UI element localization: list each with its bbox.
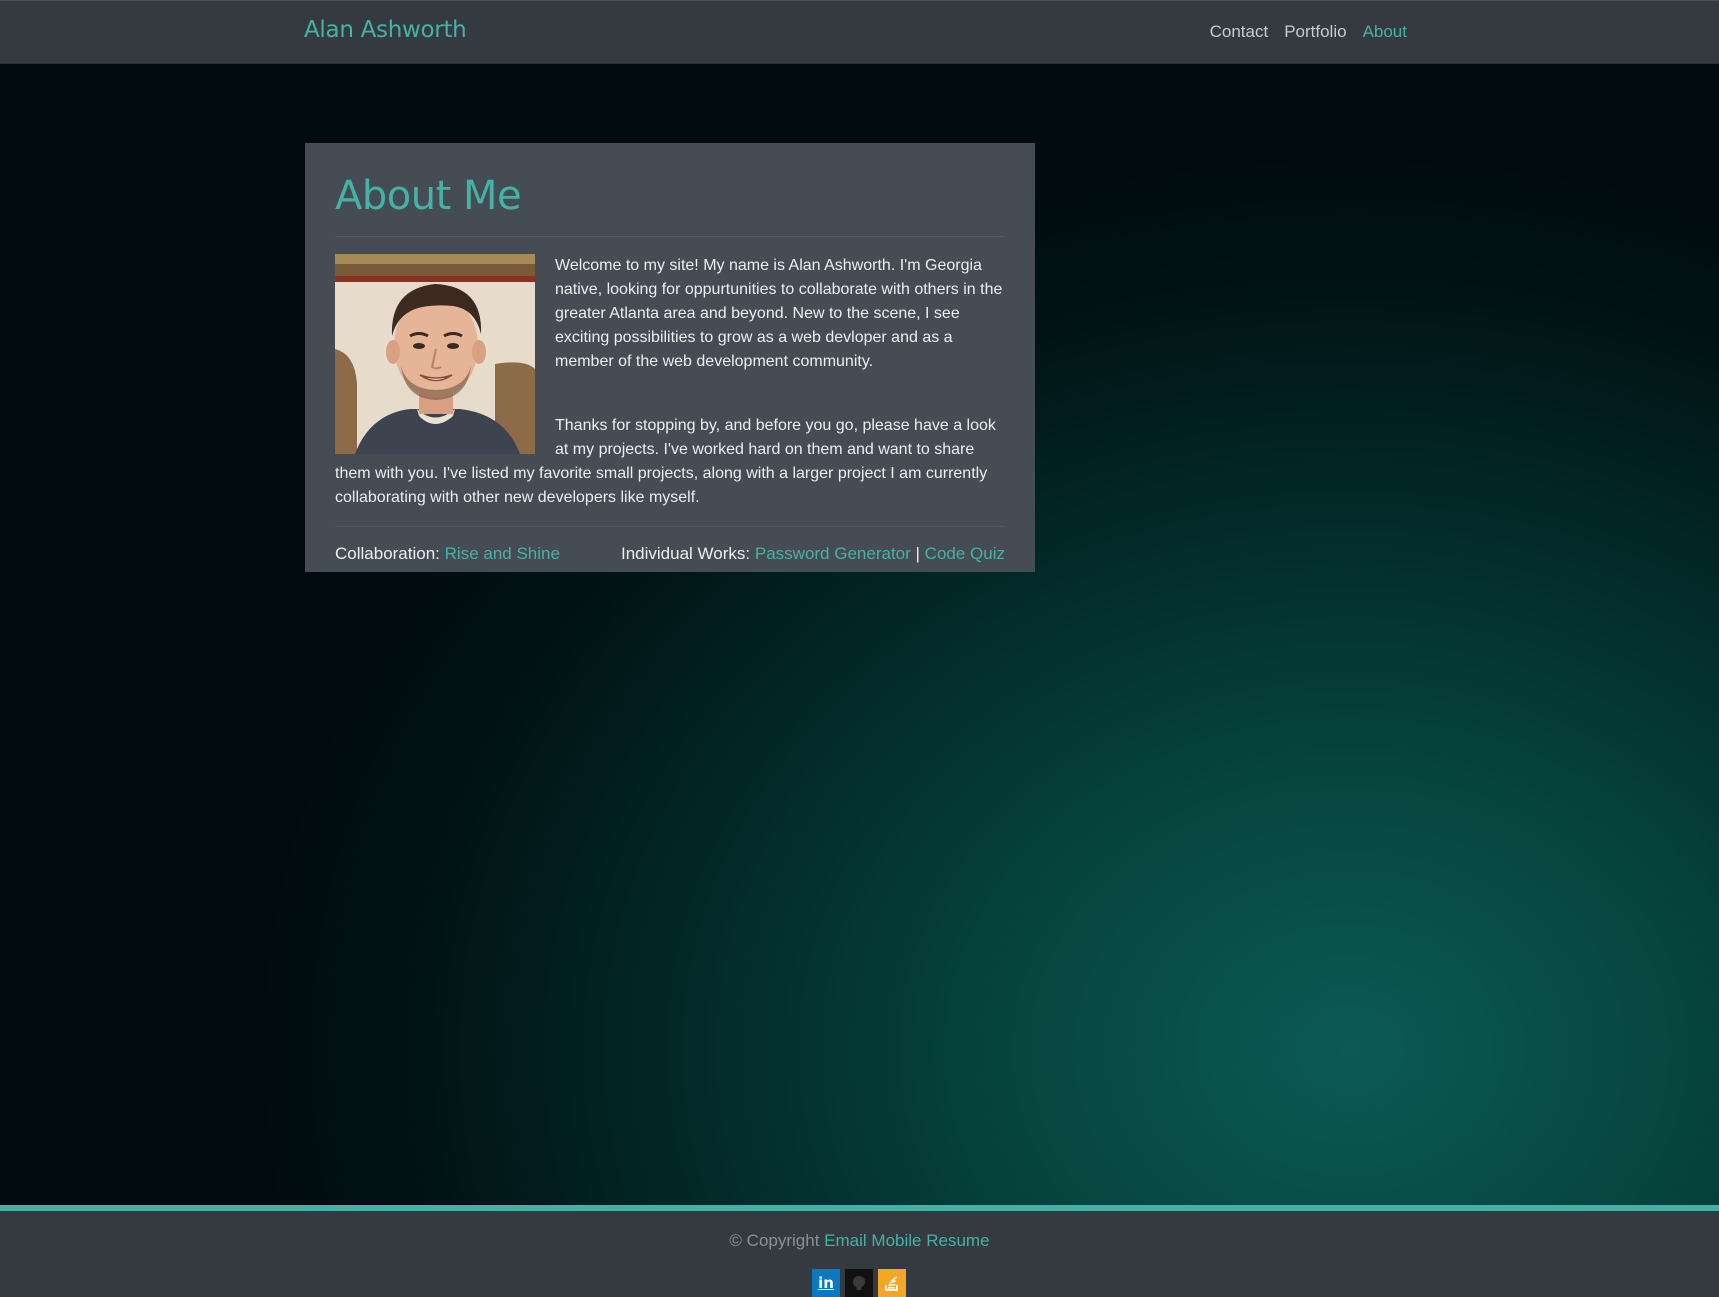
link-separator: | xyxy=(915,544,920,563)
email-link[interactable]: Email xyxy=(824,1231,867,1250)
about-title: About Me xyxy=(335,173,522,219)
top-navbar: Alan Ashworth Contact Portfolio About xyxy=(0,0,1719,64)
individual-works-section: Individual Works: Password Generator | C… xyxy=(621,544,1005,564)
footer-divider xyxy=(335,526,1005,527)
copyright-row: © Copyright Email Mobile Resume xyxy=(0,1231,1719,1251)
nav-contact-link[interactable]: Contact xyxy=(1210,22,1269,42)
nav-portfolio-link[interactable]: Portfolio xyxy=(1284,22,1346,42)
brand-link[interactable]: Alan Ashworth xyxy=(304,17,467,43)
password-generator-link[interactable]: Password Generator xyxy=(755,544,911,563)
code-quiz-link[interactable]: Code Quiz xyxy=(925,544,1005,563)
title-divider xyxy=(335,236,1005,237)
resume-link[interactable]: Resume xyxy=(926,1231,989,1250)
copyright-text: © Copyright xyxy=(729,1231,820,1250)
mobile-link[interactable]: Mobile xyxy=(871,1231,921,1250)
nav-about-link[interactable]: About xyxy=(1363,22,1407,42)
profile-photo xyxy=(335,254,535,454)
about-card: About Me Welcome to my site! My name is … xyxy=(305,143,1035,572)
github-icon[interactable] xyxy=(845,1269,873,1297)
stackoverflow-icon[interactable] xyxy=(878,1269,906,1297)
collaboration-label: Collaboration: xyxy=(335,544,440,563)
linkedin-glyph: in xyxy=(818,1274,834,1292)
about-body: Welcome to my site! My name is Alan Ashw… xyxy=(335,254,1005,510)
nav-links: Contact Portfolio About xyxy=(1210,22,1407,42)
page-footer: © Copyright Email Mobile Resume in xyxy=(0,1211,1719,1297)
projects-links: Collaboration: Rise and Shine Individual… xyxy=(335,544,1005,564)
social-links: in xyxy=(812,1269,906,1297)
linkedin-icon[interactable]: in xyxy=(812,1269,840,1297)
collaboration-section: Collaboration: Rise and Shine xyxy=(335,544,560,564)
individual-works-label: Individual Works: xyxy=(621,544,751,563)
rise-and-shine-link[interactable]: Rise and Shine xyxy=(445,544,560,563)
